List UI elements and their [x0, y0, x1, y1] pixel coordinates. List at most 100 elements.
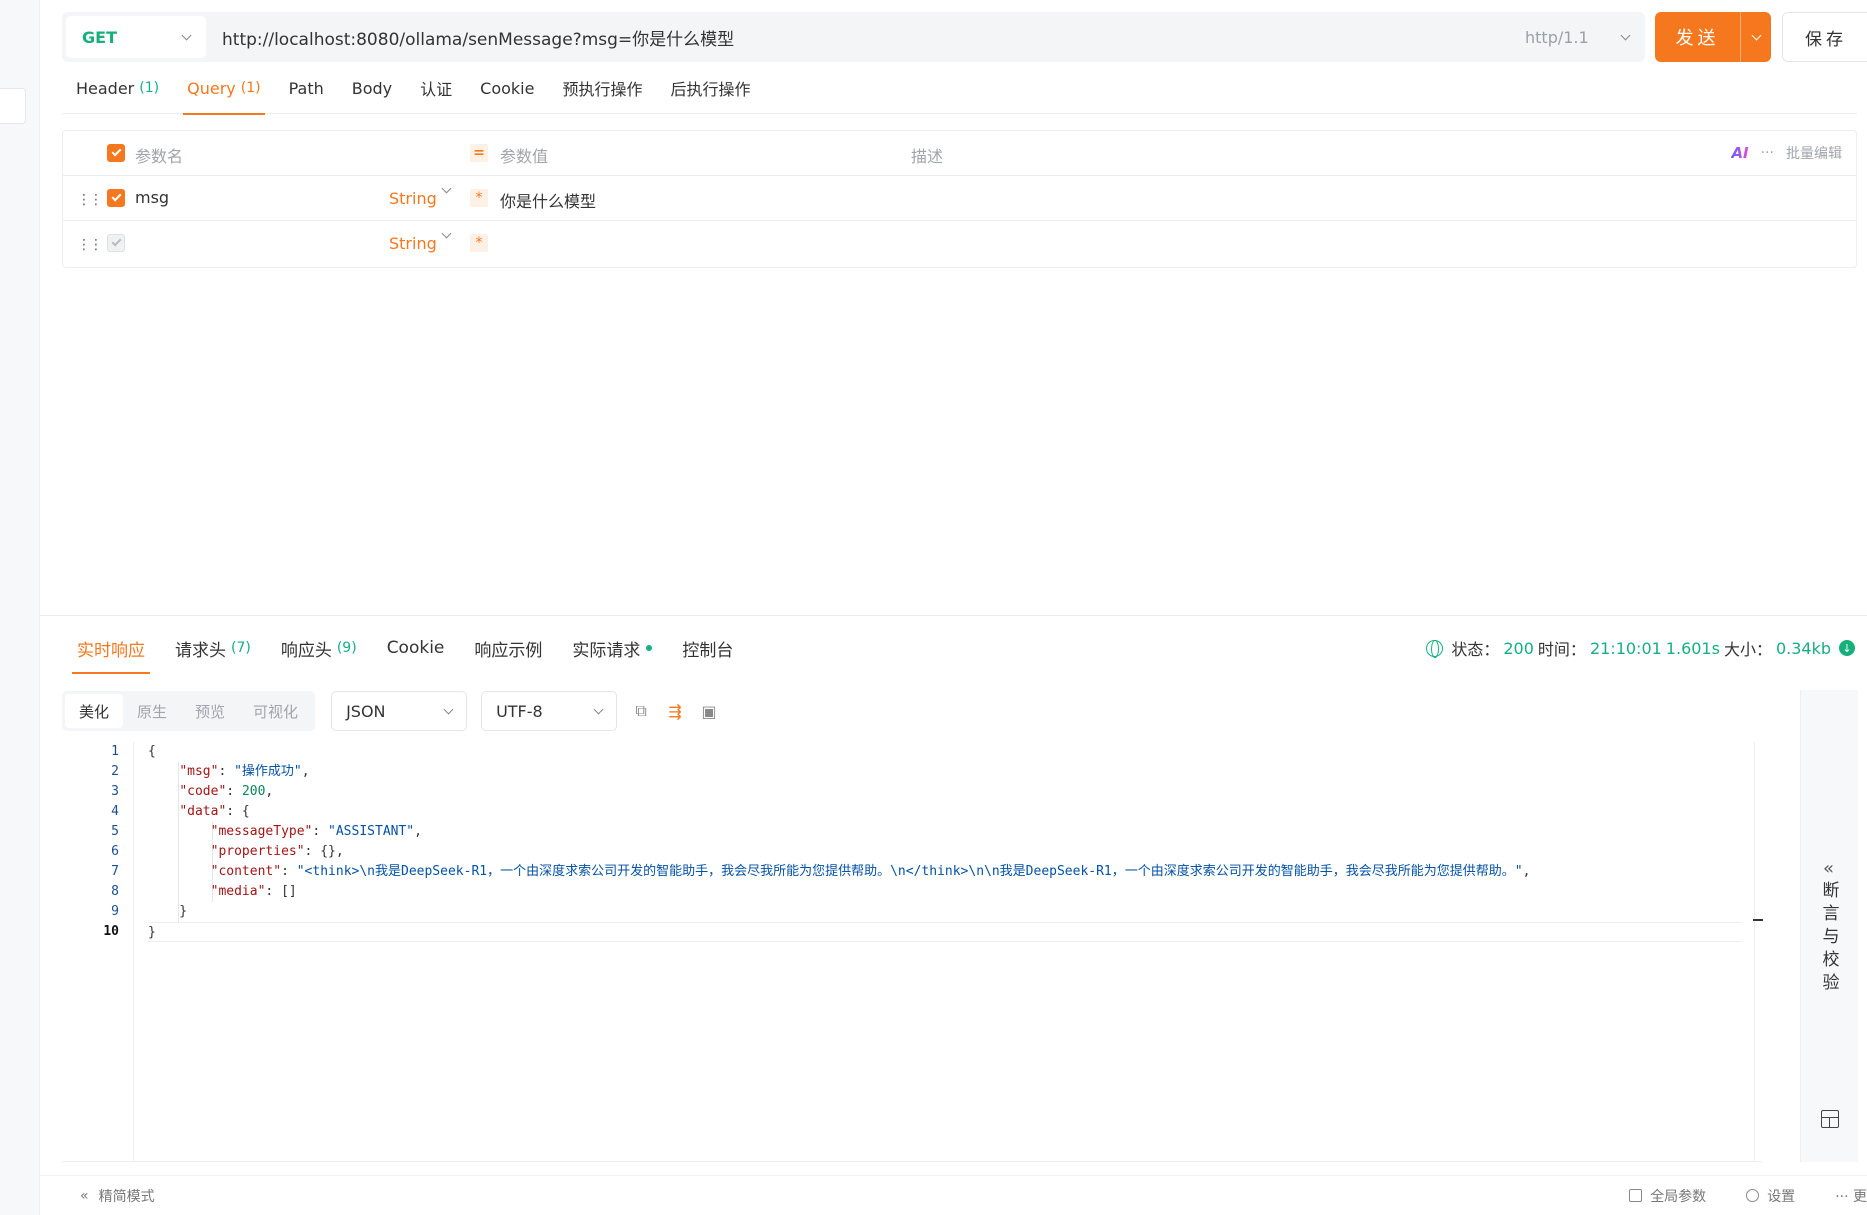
required-icon[interactable]: * — [470, 189, 488, 207]
view-mode-pretty[interactable]: 美化 — [65, 694, 124, 728]
tab-path[interactable]: Path — [275, 62, 338, 114]
double-chevron-left-icon[interactable]: « — [1823, 858, 1834, 879]
row-checkbox[interactable] — [107, 234, 125, 252]
tab-body[interactable]: Body — [338, 62, 406, 114]
chevron-down-icon — [441, 228, 452, 239]
response-body-editor[interactable]: 1 2 3 4 5 6 7 8 9 10 { "msg": "操作成功", "c… — [62, 742, 1763, 1162]
tab-post-script[interactable]: 后执行操作 — [656, 62, 764, 114]
tab-console[interactable]: 控制台 — [667, 623, 748, 673]
code-line: } — [148, 904, 188, 919]
more-button[interactable]: ··· 更 — [1835, 1186, 1867, 1206]
line-number: 1 — [111, 744, 119, 759]
url-input[interactable]: http://localhost:8080/ollama/senMessage?… — [206, 25, 1525, 50]
param-name-input[interactable]: msg — [135, 188, 169, 207]
check-icon — [111, 191, 121, 202]
param-type-select[interactable]: String — [389, 234, 437, 253]
protocol-select[interactable]: http/1.1 — [1525, 28, 1645, 47]
word-wrap-icon[interactable]: ⇶ — [665, 701, 685, 721]
content-value: "<think>\n我是DeepSeek-R1，一个由深度求索公司开发的智能助手… — [296, 864, 1523, 879]
tab-response-example[interactable]: 响应示例 — [459, 623, 557, 673]
required-icon[interactable]: * — [470, 234, 488, 252]
tab-pre-script[interactable]: 预执行操作 — [548, 62, 656, 114]
send-dropdown[interactable] — [1740, 12, 1771, 62]
size-label: 大小： — [1723, 640, 1772, 659]
assertion-panel[interactable]: « 断言与校验 — [1800, 690, 1858, 1162]
simple-mode-label: 精简模式 — [98, 1188, 155, 1205]
tab-query[interactable]: Query (1) — [173, 62, 274, 115]
tab-actual-request[interactable]: 实际请求 — [557, 623, 667, 673]
tab-label: Query — [187, 78, 236, 98]
save-file-icon[interactable]: ▣ — [699, 701, 719, 721]
line-number: 4 — [111, 804, 119, 819]
chevron-down-icon — [1751, 30, 1761, 40]
tab-label: 请求头 — [175, 640, 226, 661]
tab-label: 响应示例 — [474, 640, 543, 661]
tab-auth[interactable]: 认证 — [406, 62, 466, 114]
save-button[interactable]: 保存 — [1782, 12, 1867, 62]
send-button[interactable]: 发送 — [1655, 12, 1771, 62]
tab-request-headers[interactable]: 请求头 (7) — [160, 623, 266, 673]
select-all-checkbox[interactable] — [107, 144, 125, 162]
tab-label: 控制台 — [682, 640, 734, 661]
simple-mode-button[interactable]: « 精简模式 — [80, 1186, 155, 1206]
drag-handle-icon[interactable]: ⋮⋮ — [77, 192, 103, 208]
code-line: "properties": {}, — [210, 844, 344, 859]
param-type-select[interactable]: String — [389, 189, 437, 208]
copy-icon[interactable]: ⧉ — [631, 701, 651, 721]
line-number: 3 — [111, 784, 119, 799]
view-mode-visualize[interactable]: 可视化 — [239, 694, 312, 728]
tab-label: 实时响应 — [77, 640, 145, 661]
more-label: ··· 更 — [1835, 1188, 1867, 1205]
response-status-bar: 状态： 200 时间： 21:10:01 1.601s 大小： 0.34kb ↓ — [1426, 636, 1855, 660]
layout-icon[interactable] — [1821, 1110, 1839, 1128]
response-divider[interactable] — [40, 615, 1867, 616]
bulk-edit-button[interactable]: 批量编辑 — [1786, 143, 1842, 163]
code-line: "content": "<think>\n我是DeepSeek-R1，一个由深度… — [210, 864, 1531, 879]
tab-label: 响应头 — [280, 640, 332, 661]
table-header-row: 参数名 = 参数值 描述 AI ··· 批量编辑 — [63, 131, 1856, 176]
footer-actions: 全局参数 设置 ··· 更 — [1629, 1186, 1867, 1206]
encoding-select[interactable]: UTF-8 — [481, 691, 618, 731]
view-mode-raw[interactable]: 原生 — [123, 694, 181, 728]
tab-label: 实际请求 — [572, 640, 641, 661]
method-select[interactable]: GET — [66, 16, 206, 58]
table-row: ⋮⋮ String * — [63, 221, 1856, 266]
time-value: 21:10:01 — [1589, 638, 1662, 658]
tab-count: (1) — [240, 80, 261, 96]
send-label: 发送 — [1675, 28, 1720, 49]
tab-response-cookie[interactable]: Cookie — [372, 623, 460, 673]
tab-cookie[interactable]: Cookie — [466, 62, 548, 114]
check-icon — [111, 236, 121, 247]
request-tabs: Header (1) Query (1) Path Body 认证 Cookie 预… — [62, 62, 1857, 115]
url-bar: GET http://localhost:8080/ollama/senMess… — [62, 12, 1645, 62]
code-line: "code": 200, — [179, 784, 274, 799]
editor-scrollbar[interactable] — [1753, 742, 1763, 1162]
global-params-button[interactable]: 全局参数 — [1629, 1186, 1706, 1206]
format-select[interactable]: JSON — [331, 691, 468, 731]
param-value-input[interactable]: 你是什么模型 — [500, 188, 596, 212]
line-number: 6 — [111, 844, 119, 859]
tab-label: Body — [351, 78, 393, 98]
column-value-header: 参数值 — [500, 147, 549, 166]
msg-value: "操作成功" — [234, 764, 302, 779]
settings-button[interactable]: 设置 — [1746, 1186, 1795, 1206]
protocol-label: http/1.1 — [1525, 27, 1589, 47]
tab-live-response[interactable]: 实时响应 — [62, 623, 160, 674]
code-line: { — [148, 744, 156, 759]
code-line: } — [148, 922, 1742, 942]
drag-handle-icon[interactable]: ⋮⋮ — [77, 237, 103, 253]
line-number: 10 — [103, 924, 119, 939]
view-mode-preview[interactable]: 预览 — [181, 694, 239, 728]
gear-icon — [1746, 1189, 1760, 1202]
tab-header[interactable]: Header (1) — [62, 62, 173, 114]
code-line: "media": [] — [210, 884, 297, 899]
chevron-down-icon — [1620, 30, 1631, 40]
query-params-table: 参数名 = 参数值 描述 AI ··· 批量编辑 ⋮⋮ msg String *… — [62, 130, 1857, 268]
globe-icon[interactable] — [1426, 639, 1444, 658]
sidebar-collapse-stub[interactable] — [0, 88, 26, 124]
download-icon[interactable]: ↓ — [1839, 640, 1855, 656]
ai-icon[interactable]: AI — [1731, 144, 1748, 162]
row-checkbox[interactable] — [107, 189, 125, 207]
tab-response-headers[interactable]: 响应头 (9) — [266, 623, 372, 673]
more-icon[interactable]: ··· — [1761, 145, 1774, 161]
